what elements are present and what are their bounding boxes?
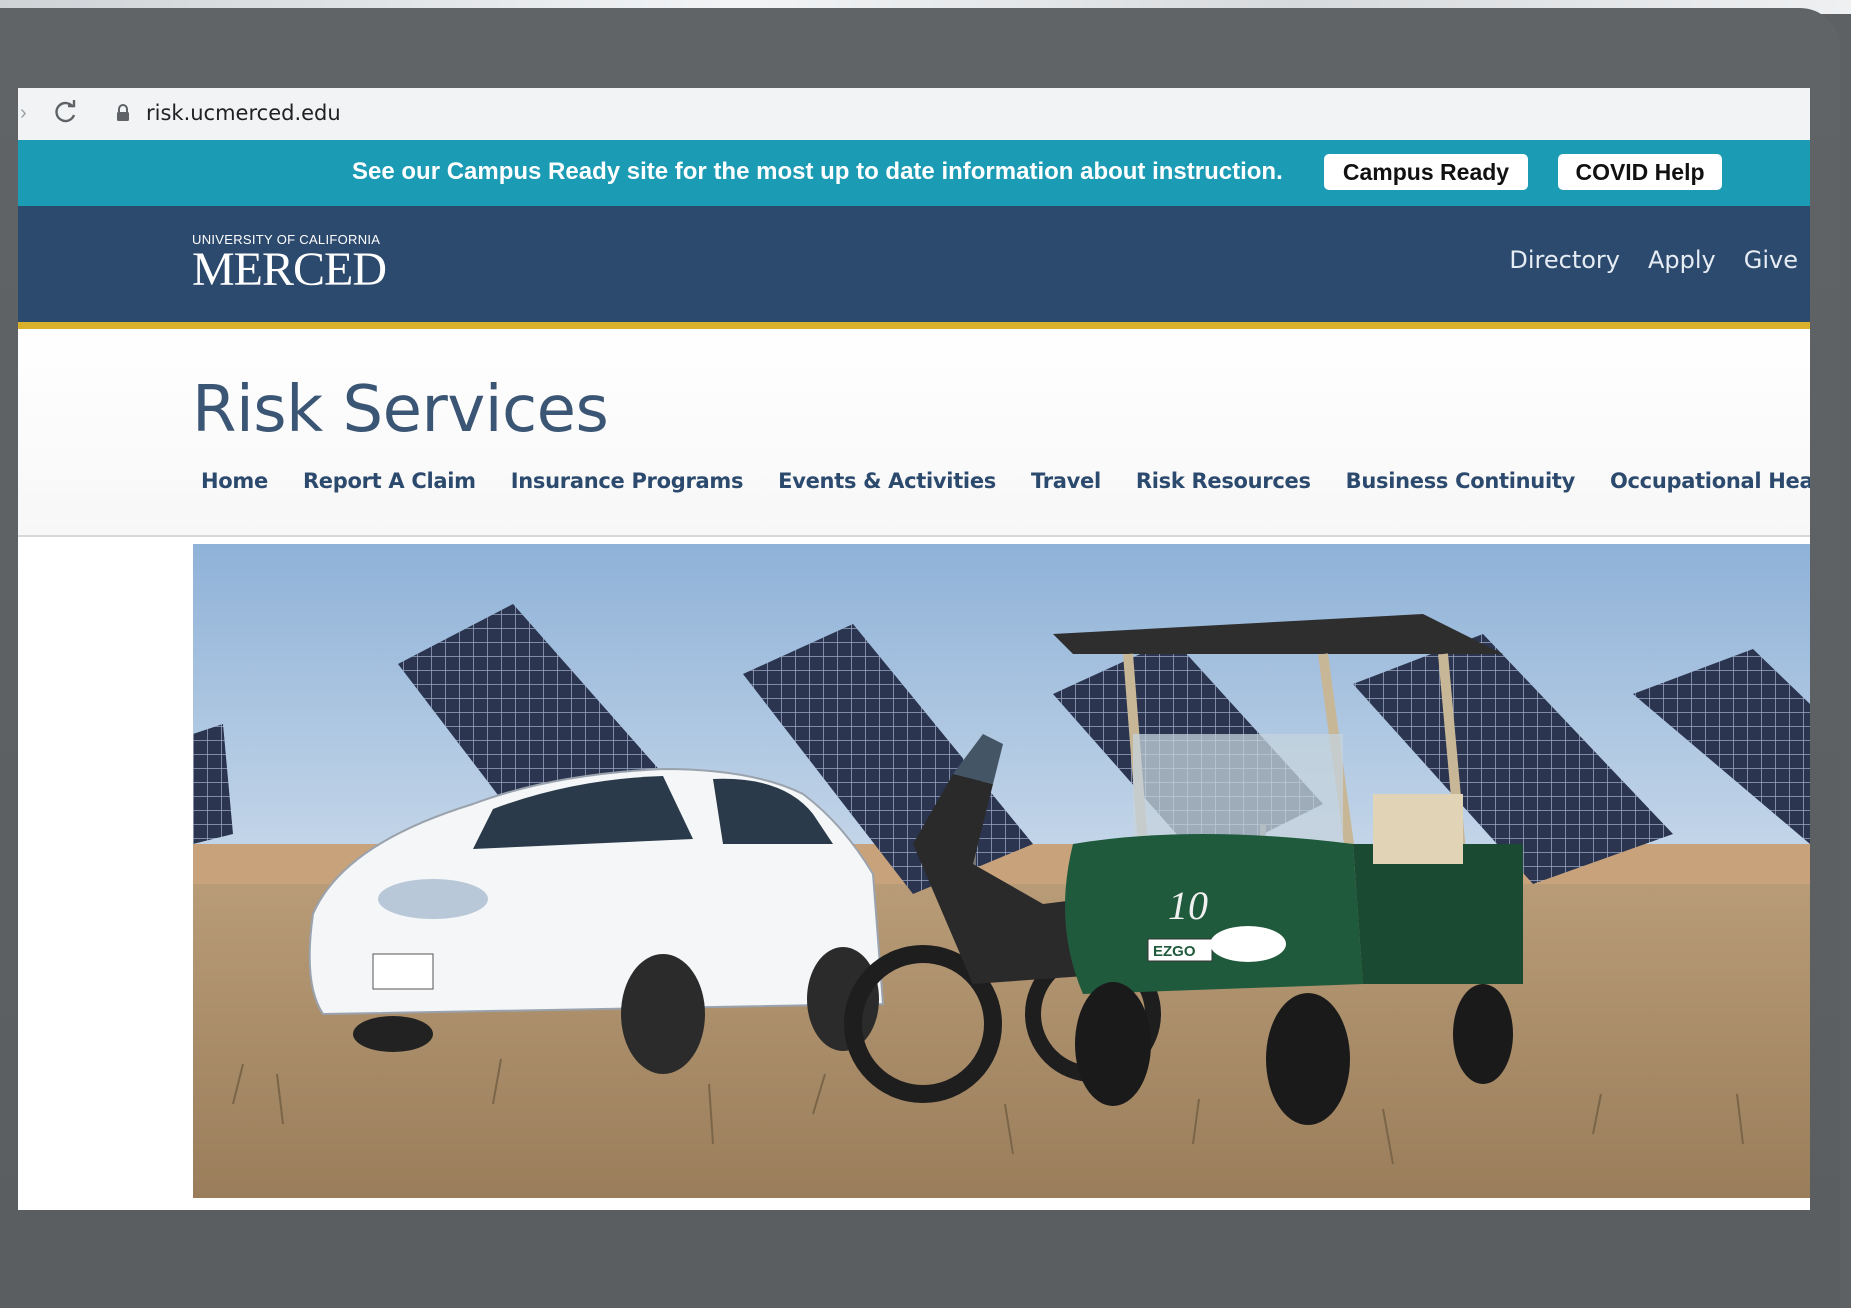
hero-illustration: 10 EZGO — [193, 544, 1810, 1198]
utility-link-apply[interactable]: Apply — [1648, 246, 1716, 274]
site-header: UNIVERSITY OF CALIFORNIA MERCED Director… — [18, 206, 1810, 329]
reload-icon[interactable] — [52, 98, 80, 126]
covid-help-button[interactable]: COVID Help — [1558, 154, 1722, 190]
utility-link-directory[interactable]: Directory — [1509, 246, 1620, 274]
forward-arrow-icon[interactable]: › — [20, 102, 27, 125]
nav-business-continuity[interactable]: Business Continuity — [1346, 469, 1576, 493]
cart-number: 10 — [1168, 883, 1208, 928]
lock-icon — [117, 104, 129, 121]
logo-wordmark: MERCED — [192, 243, 387, 296]
nav-insurance-programs[interactable]: Insurance Programs — [511, 469, 744, 493]
main-nav: Home Report A Claim Insurance Programs E… — [201, 469, 1810, 493]
nav-occupational-health[interactable]: Occupational Health — [1610, 469, 1810, 493]
utility-link-give[interactable]: Give — [1744, 246, 1798, 274]
alert-message: See our Campus Ready site for the most u… — [352, 158, 1283, 185]
nav-travel[interactable]: Travel — [1031, 469, 1101, 493]
page-title: Risk Services — [192, 373, 609, 447]
alert-banner: See our Campus Ready site for the most u… — [18, 140, 1810, 206]
cart-brand: EZGO — [1153, 943, 1196, 960]
nav-events-activities[interactable]: Events & Activities — [778, 469, 996, 493]
utility-nav: Directory Apply Give — [1481, 246, 1810, 274]
browser-screen: › risk.ucmerced.edu See our Campus Ready… — [18, 88, 1810, 1210]
address-bar-url[interactable]: risk.ucmerced.edu — [146, 101, 341, 125]
nav-report-a-claim[interactable]: Report A Claim — [303, 469, 476, 493]
uc-merced-logo[interactable]: UNIVERSITY OF CALIFORNIA MERCED — [192, 232, 387, 296]
nav-risk-resources[interactable]: Risk Resources — [1136, 469, 1311, 493]
campus-ready-button[interactable]: Campus Ready — [1324, 154, 1528, 190]
title-area: Risk Services Home Report A Claim Insura… — [18, 329, 1810, 537]
hero-image: 10 EZGO — [193, 544, 1810, 1198]
nav-home[interactable]: Home — [201, 469, 268, 493]
browser-toolbar: › risk.ucmerced.edu — [18, 88, 1810, 141]
